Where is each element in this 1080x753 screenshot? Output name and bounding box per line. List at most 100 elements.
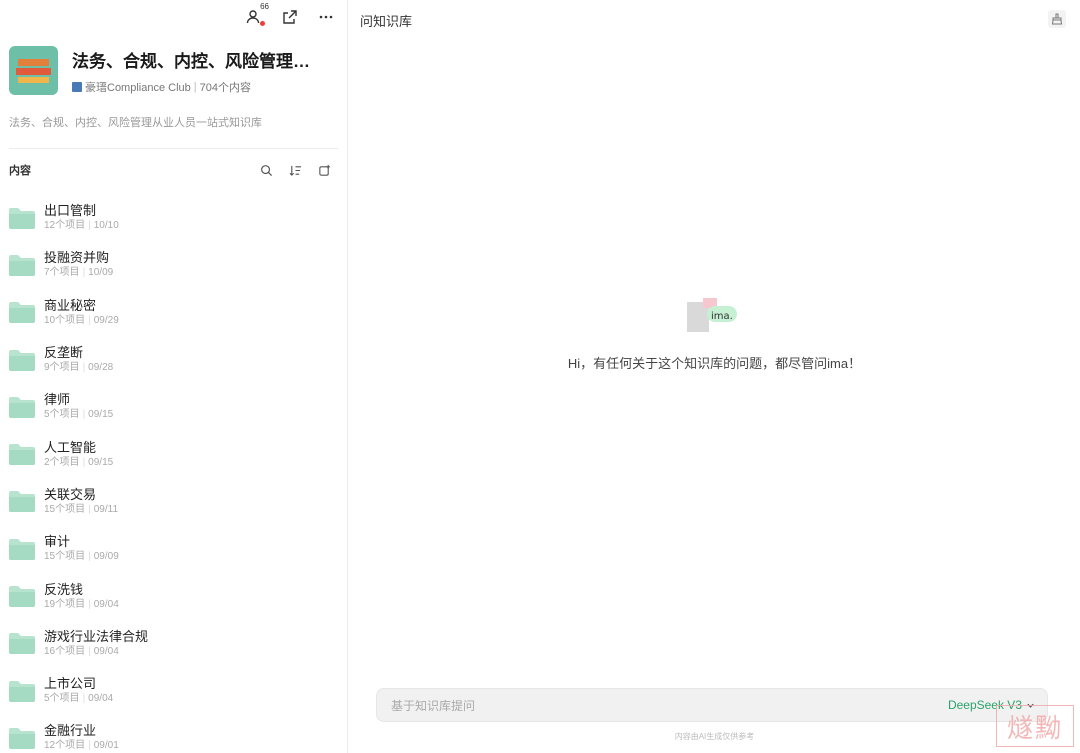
owner-avatar xyxy=(72,81,82,92)
content-section-title: 内容 xyxy=(9,165,31,177)
folder-date: 09/15 xyxy=(88,409,114,421)
search-icon[interactable] xyxy=(260,164,273,177)
folder-item[interactable]: 审计 15个项目 | 09/09 xyxy=(8,525,338,572)
folder-date: 09/09 xyxy=(93,551,119,563)
folder-icon xyxy=(8,300,36,324)
folder-name: 商业秘密 xyxy=(44,297,97,313)
folder-name: 反垄断 xyxy=(44,345,84,361)
folder-date: 10/10 xyxy=(93,220,119,232)
folder-item[interactable]: 金融行业 12个项目 | 09/01 xyxy=(8,714,338,753)
folder-item[interactable]: 关联交易 15个项目 | 09/11 xyxy=(8,478,338,525)
kb-cover-image xyxy=(9,46,58,95)
folder-date: 09/04 xyxy=(93,645,119,657)
folder-icon xyxy=(8,631,36,655)
content-section-header: 内容 xyxy=(9,162,331,178)
chat-title: 问知识库 xyxy=(360,14,413,29)
folder-icon xyxy=(8,726,36,750)
folder-item-count: 7个项目 xyxy=(44,267,80,279)
folder-meta: 5个项目 | 09/15 xyxy=(44,409,114,421)
folder-date: 09/29 xyxy=(93,314,119,326)
logo-text: ima. xyxy=(711,311,733,322)
folder-date: 10/09 xyxy=(88,267,114,279)
folder-date: 09/15 xyxy=(88,456,114,468)
folder-icon xyxy=(8,348,36,372)
folder-item-count: 5个项目 xyxy=(44,409,80,421)
folder-date: 09/04 xyxy=(88,693,114,705)
folder-name: 律师 xyxy=(44,392,71,408)
folder-meta: 10个项目 | 09/29 xyxy=(44,314,119,326)
folder-item[interactable]: 商业秘密 10个项目 | 09/29 xyxy=(8,289,338,336)
kb-meta: 豪瑨Compliance Club | 704个内容 xyxy=(72,79,310,95)
folder-date: 09/04 xyxy=(93,598,119,610)
folder-name: 关联交易 xyxy=(44,486,97,502)
folder-icon xyxy=(8,584,36,608)
folder-list: 出口管制 12个项目 | 10/10 投融资并购 7个项目 | 10/09 商业秘密 10个项目 |… xyxy=(8,194,338,753)
folder-item-count: 19个项目 xyxy=(44,598,86,610)
notification-dot xyxy=(260,21,265,26)
more-icon xyxy=(319,15,333,19)
folder-meta: 15个项目 | 09/11 xyxy=(44,503,119,515)
folder-item-count: 5个项目 xyxy=(44,693,80,705)
folder-item-count: 2个项目 xyxy=(44,456,80,468)
chat-panel: 问知识库 ima. Hi，有任何关于这个知识库的问题，都尽管问ima！ 基于知识… xyxy=(349,0,1080,753)
members-button[interactable]: 66 xyxy=(245,2,269,26)
folder-item-count: 12个项目 xyxy=(44,740,86,752)
kb-count: 704个内容 xyxy=(199,81,251,94)
folder-meta: 12个项目 | 09/01 xyxy=(44,740,119,752)
folder-item[interactable]: 投融资并购 7个项目 | 10/09 xyxy=(8,241,338,288)
folder-meta: 15个项目 | 09/09 xyxy=(44,551,119,563)
folder-item[interactable]: 反垄断 9个项目 | 09/28 xyxy=(8,336,338,383)
folder-item[interactable]: 人工智能 2个项目 | 09/15 xyxy=(8,430,338,477)
folder-meta: 19个项目 | 09/04 xyxy=(44,598,119,610)
folder-meta: 9个项目 | 09/28 xyxy=(44,362,114,374)
folder-item-count: 10个项目 xyxy=(44,314,86,326)
folder-item[interactable]: 反洗钱 19个项目 | 09/04 xyxy=(8,572,338,619)
folder-meta: 7个项目 | 10/09 xyxy=(44,267,114,279)
kb-owner[interactable]: 豪瑨Compliance Club xyxy=(85,79,191,95)
folder-name: 出口管制 xyxy=(44,203,97,219)
clear-chat-button[interactable] xyxy=(1048,10,1066,28)
share-icon xyxy=(283,10,297,24)
folder-meta: 16个项目 | 09/04 xyxy=(44,645,119,657)
folder-name: 投融资并购 xyxy=(44,250,110,266)
kb-description: 法务、合规、内控、风险管理从业人员一站式知识库 xyxy=(9,117,262,129)
folder-icon xyxy=(8,206,36,230)
knowledge-base-panel: 66 法务、合规、内控、风险管理… 豪瑨Compliance Club | 70… xyxy=(0,0,348,753)
folder-icon xyxy=(8,253,36,277)
question-input[interactable]: 基于知识库提问 DeepSeek V3 xyxy=(376,688,1048,722)
folder-item[interactable]: 出口管制 12个项目 | 10/10 xyxy=(8,194,338,241)
kb-title: 法务、合规、内控、风险管理… xyxy=(72,51,310,71)
folder-icon xyxy=(8,395,36,419)
more-button[interactable] xyxy=(317,8,335,26)
input-placeholder: 基于知识库提问 xyxy=(391,698,476,713)
folder-item-count: 12个项目 xyxy=(44,220,86,232)
folder-item-count: 9个项目 xyxy=(44,362,80,374)
add-folder-icon[interactable] xyxy=(318,164,331,177)
folder-item[interactable]: 游戏行业法律合规 16个项目 | 09/04 xyxy=(8,620,338,667)
folder-icon xyxy=(8,442,36,466)
folder-date: 09/28 xyxy=(88,362,114,374)
folder-icon xyxy=(8,679,36,703)
members-count-badge: 66 xyxy=(260,2,269,11)
folder-date: 09/01 xyxy=(93,740,119,752)
folder-meta: 2个项目 | 09/15 xyxy=(44,456,114,468)
folder-item[interactable]: 上市公司 5个项目 | 09/04 xyxy=(8,667,338,714)
ima-logo: ima. xyxy=(687,298,739,334)
share-button[interactable] xyxy=(281,8,299,26)
folder-name: 审计 xyxy=(44,534,71,550)
folder-item-count: 15个项目 xyxy=(44,503,86,515)
folder-name: 金融行业 xyxy=(44,723,97,739)
watermark-stamp: 燧黝 xyxy=(996,705,1074,747)
ai-disclaimer: 内容由AI生成仅供参考 xyxy=(674,732,755,741)
folder-name: 游戏行业法律合规 xyxy=(44,628,149,644)
folder-name: 人工智能 xyxy=(44,439,97,455)
folder-item[interactable]: 律师 5个项目 | 09/15 xyxy=(8,383,338,430)
sort-icon[interactable] xyxy=(289,164,302,177)
folder-date: 09/11 xyxy=(93,503,119,515)
panel-toolbar: 66 xyxy=(245,2,335,26)
folder-name: 上市公司 xyxy=(44,676,97,692)
kb-header: 法务、合规、内控、风险管理… 豪瑨Compliance Club | 704个内… xyxy=(9,46,310,95)
folder-icon xyxy=(8,537,36,561)
broom-icon xyxy=(1051,13,1063,25)
folder-name: 反洗钱 xyxy=(44,581,84,597)
